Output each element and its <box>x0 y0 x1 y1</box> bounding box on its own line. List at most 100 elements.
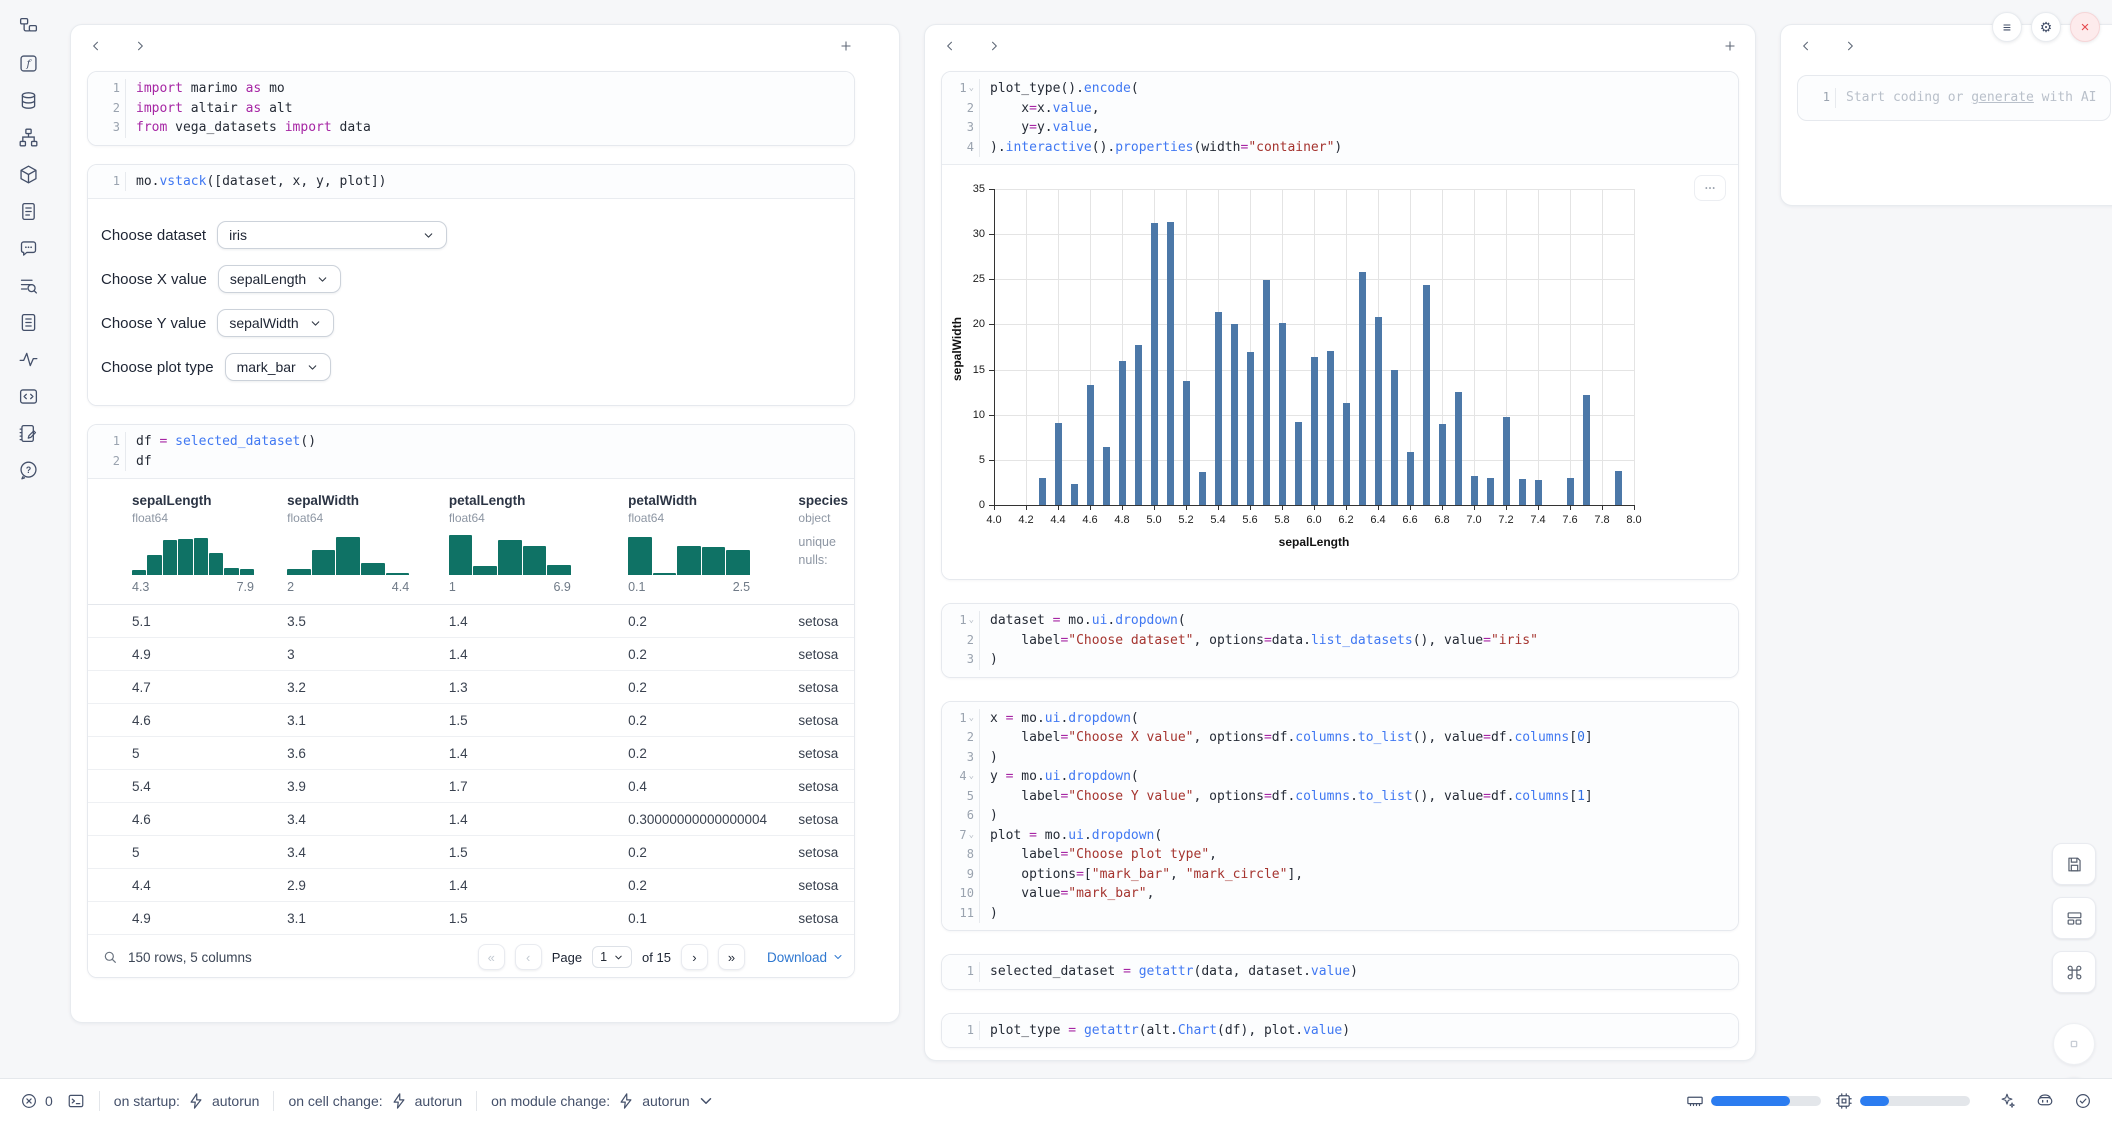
xy-plot-dropdowns-cell: 1⌄234⌄567⌄891011x = mo.ui.dropdown( labe… <box>941 701 1739 932</box>
last-page-button[interactable]: » <box>718 944 745 970</box>
table-row[interactable]: 53.41.50.2setosa <box>88 836 854 869</box>
sidebar-item-notebook[interactable] <box>12 419 44 447</box>
table-row[interactable]: 4.931.40.2setosa <box>88 638 854 671</box>
sidebar-item-dependency-graph[interactable] <box>12 123 44 151</box>
activity-sidebar: f? <box>0 12 56 484</box>
column-header-species[interactable]: speciesobjectuniquenulls: <box>794 479 854 605</box>
sidebar-item-help[interactable]: ? <box>12 456 44 484</box>
line-number-gutter: 1⌄234 <box>942 79 980 157</box>
x-tick <box>1378 505 1379 510</box>
search-icon[interactable] <box>102 949 118 965</box>
code-editor[interactable]: 1⌄234plot_type().encode( x=x.value, y=y.… <box>942 72 1738 165</box>
table-row[interactable]: 4.63.11.50.2setosa <box>88 704 854 737</box>
add-cell-icon[interactable] <box>835 35 857 57</box>
dropdown-value: mark_bar <box>237 359 296 375</box>
choose-x-value-select[interactable]: sepalLength <box>218 265 341 293</box>
column-header-sepalLength[interactable]: sepalLengthfloat644.37.9 <box>88 479 283 605</box>
chevron-right-icon[interactable] <box>129 35 151 57</box>
line-number: 1⌄ <box>959 709 974 729</box>
page-select[interactable]: 1 <box>592 946 632 968</box>
sidebar-item-datasources[interactable] <box>12 86 44 114</box>
choose-plot-type-select[interactable]: mark_bar <box>225 353 331 381</box>
code-line: from vega_datasets import data <box>136 118 854 138</box>
code-editor[interactable]: 12df = selected_dataset()df <box>88 425 854 479</box>
menu-button[interactable]: ≡ <box>1992 12 2022 42</box>
line-number: 2 <box>967 728 974 748</box>
fold-chevron-icon[interactable]: ⌄ <box>969 826 974 846</box>
column-header-petalLength[interactable]: petalLengthfloat6416.9 <box>445 479 624 605</box>
line-number: 4⌄ <box>959 767 974 787</box>
table-cell: 3.1 <box>283 704 445 737</box>
chevron-right-icon[interactable] <box>1839 35 1861 57</box>
bolt-icon <box>617 1092 635 1110</box>
column-dtype: float64 <box>628 511 788 525</box>
code-editor[interactable]: 1plot_type = getattr(alt.Chart(df), plot… <box>942 1014 1738 1048</box>
download-link[interactable]: Download <box>767 950 844 965</box>
shutdown-button[interactable]: × <box>2070 12 2100 42</box>
sidebar-item-logs[interactable] <box>12 197 44 225</box>
table-row[interactable]: 53.61.40.2setosa <box>88 737 854 770</box>
plot-cell: 1⌄234plot_type().encode( x=x.value, y=y.… <box>941 71 1739 580</box>
connection-status-button[interactable] <box>2074 1092 2092 1110</box>
chevron-left-icon[interactable] <box>939 35 961 57</box>
sidebar-item-ai-chat[interactable] <box>12 234 44 262</box>
run-mode-on-cell-change[interactable]: on cell change:autorun <box>288 1092 462 1110</box>
sidebar-item-packages[interactable] <box>12 160 44 188</box>
sidebar-item-file-explorer[interactable] <box>12 12 44 40</box>
stop-button[interactable] <box>2053 1023 2095 1065</box>
fold-chevron-icon[interactable]: ⌄ <box>969 767 974 787</box>
table-cell: 5 <box>88 737 283 770</box>
generate-with-ai-link[interactable]: generate <box>1971 90 2034 105</box>
chevron-right-icon[interactable] <box>983 35 1005 57</box>
table-cell: 5 <box>88 836 283 869</box>
run-mode-on-startup[interactable]: on startup:autorun <box>114 1092 260 1110</box>
chevron-left-icon[interactable] <box>85 35 107 57</box>
sidebar-item-tracing[interactable] <box>12 345 44 373</box>
error-indicator[interactable]: 0 <box>20 1092 53 1110</box>
code-editor[interactable]: 1⌄234⌄567⌄891011x = mo.ui.dropdown( labe… <box>942 702 1738 931</box>
column-header-sepalWidth[interactable]: sepalWidthfloat6424.4 <box>283 479 445 605</box>
table-row[interactable]: 4.63.41.40.30000000000000004setosa <box>88 803 854 836</box>
fold-chevron-icon[interactable]: ⌄ <box>969 79 974 99</box>
x-tick-label: 5.8 <box>1265 514 1299 526</box>
choose-y-value-select[interactable]: sepalWidth <box>217 309 333 337</box>
table-row[interactable]: 4.42.91.40.2setosa <box>88 869 854 902</box>
chart-bar <box>1199 472 1206 505</box>
code-line: plot_type().encode( <box>990 79 1738 99</box>
sidebar-item-documentation[interactable] <box>12 308 44 336</box>
add-cell-icon[interactable] <box>1719 35 1741 57</box>
ai-assist-button[interactable] <box>1998 1092 2016 1110</box>
table-row[interactable]: 5.13.51.40.2setosa <box>88 605 854 638</box>
code-line: label="Choose plot type", <box>990 845 1738 865</box>
save-button[interactable] <box>2052 843 2096 885</box>
fold-chevron-icon[interactable]: ⌄ <box>969 709 974 729</box>
previous-page-button[interactable]: ‹ <box>515 944 542 970</box>
sidebar-item-variables[interactable]: f <box>12 49 44 77</box>
altair-chart[interactable]: 051015202530354.04.24.44.64.85.05.25.45.… <box>948 173 1732 577</box>
copilot-button[interactable] <box>2036 1092 2054 1110</box>
chevron-left-icon[interactable] <box>1795 35 1817 57</box>
run-mode-on-module-change[interactable]: on module change:autorun <box>491 1092 715 1110</box>
sidebar-item-scratchpad[interactable] <box>12 271 44 299</box>
y-tick <box>989 234 994 235</box>
column-header-petalWidth[interactable]: petalWidthfloat640.12.5 <box>624 479 794 605</box>
sidebar-item-snippets[interactable] <box>12 382 44 410</box>
table-row[interactable]: 4.73.21.30.2setosa <box>88 671 854 704</box>
fold-chevron-icon[interactable]: ⌄ <box>969 611 974 631</box>
code-editor[interactable]: 1mo.vstack([dataset, x, y, plot]) <box>88 165 854 200</box>
first-page-button[interactable]: « <box>478 944 505 970</box>
chart-bar <box>1167 222 1174 505</box>
next-page-button[interactable]: › <box>681 944 708 970</box>
choose-dataset-select[interactable]: iris <box>217 221 447 249</box>
code-editor[interactable]: 1selected_dataset = getattr(data, datase… <box>942 955 1738 989</box>
settings-button[interactable]: ⚙ <box>2031 12 2061 42</box>
layout-button[interactable] <box>2052 897 2096 939</box>
empty-cell-editor[interactable]: 1 Start coding or generate with AI <box>1797 75 2111 121</box>
code-editor[interactable]: 1⌄23dataset = mo.ui.dropdown( label="Cho… <box>942 604 1738 677</box>
command-palette-button[interactable] <box>2052 951 2096 993</box>
table-row[interactable]: 4.93.11.50.1setosa <box>88 902 854 935</box>
code-editor[interactable]: 123import marimo as moimport altair as a… <box>88 72 854 145</box>
terminal-button[interactable] <box>67 1092 85 1110</box>
table-row[interactable]: 5.43.91.70.4setosa <box>88 770 854 803</box>
table-cell: setosa <box>794 902 854 935</box>
